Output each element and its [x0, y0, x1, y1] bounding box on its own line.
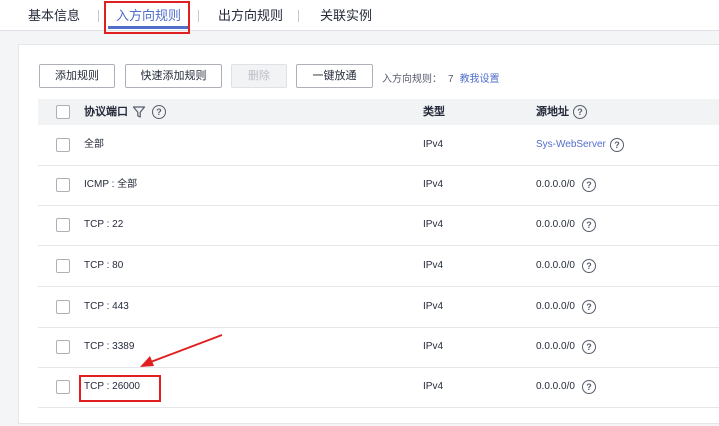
protocol-port-cell: 全部: [84, 139, 104, 150]
table-row: ICMP : 全部 IPv4 0.0.0.0/0 ?: [38, 165, 719, 206]
row-checkbox[interactable]: [56, 259, 70, 273]
column-header-type: 类型: [423, 106, 445, 118]
quick-add-rule-button[interactable]: 快速添加规则: [125, 64, 222, 88]
type-cell: IPv4: [423, 381, 444, 392]
row-checkbox[interactable]: [56, 340, 70, 354]
inbound-rule-count-label: 入方向规则：: [382, 74, 442, 85]
help-circle-icon[interactable]: ?: [152, 105, 166, 119]
tab-divider: [198, 10, 199, 22]
source-cell: 0.0.0.0/0: [536, 219, 575, 230]
column-header-protocol-port: 协议端口: [84, 106, 128, 118]
table-header: 协议端口 ? 类型 源地址 ?: [38, 99, 719, 125]
add-rule-button[interactable]: 添加规则: [39, 64, 115, 88]
delete-button[interactable]: 删除: [231, 64, 287, 88]
help-circle-icon[interactable]: ?: [573, 105, 587, 119]
source-link[interactable]: Sys-WebServer: [536, 125, 606, 165]
row-checkbox[interactable]: [56, 178, 70, 192]
annotation-highlight-tab: [104, 1, 190, 34]
type-cell: IPv4: [423, 260, 444, 271]
help-circle-icon[interactable]: ?: [582, 218, 596, 232]
annotation-arrow-icon: [140, 334, 223, 367]
tab-outbound-rules[interactable]: 出方向规则: [218, 0, 283, 31]
source-cell: 0.0.0.0/0: [536, 381, 575, 392]
source-cell: 0.0.0.0/0: [536, 301, 575, 312]
source-cell: 0.0.0.0/0: [536, 179, 575, 190]
inbound-rule-count: 入方向规则： 7 教我设置: [382, 70, 500, 85]
help-circle-icon[interactable]: ?: [582, 178, 596, 192]
protocol-port-cell: TCP : 443: [84, 301, 129, 312]
source-cell: 0.0.0.0/0: [536, 341, 575, 352]
row-checkbox[interactable]: [56, 218, 70, 232]
protocol-port-cell: ICMP : 全部: [84, 179, 138, 190]
tab-basic-info[interactable]: 基本信息: [28, 0, 80, 31]
tab-divider: [98, 10, 99, 22]
select-all-checkbox[interactable]: [56, 105, 70, 119]
table-row: TCP : 443 IPv4 0.0.0.0/0 ?: [38, 287, 719, 328]
table-row: TCP : 80 IPv4 0.0.0.0/0 ?: [38, 246, 719, 287]
help-circle-icon[interactable]: ?: [582, 259, 596, 273]
protocol-port-cell: TCP : 3389: [84, 341, 135, 352]
tab-associated-instances[interactable]: 关联实例: [320, 0, 372, 31]
help-circle-icon[interactable]: ?: [610, 138, 624, 152]
filter-icon[interactable]: [132, 105, 146, 119]
type-cell: IPv4: [423, 139, 444, 150]
row-checkbox[interactable]: [56, 138, 70, 152]
row-checkbox[interactable]: [56, 300, 70, 314]
type-cell: IPv4: [423, 179, 444, 190]
table-row: TCP : 22 IPv4 0.0.0.0/0 ?: [38, 205, 719, 246]
protocol-port-cell: TCP : 80: [84, 260, 124, 271]
annotation-highlight-row: [79, 375, 161, 402]
help-me-setup-link[interactable]: 教我设置: [460, 74, 500, 85]
inbound-rule-count-value: 7: [448, 74, 454, 85]
column-header-source: 源地址: [536, 106, 569, 118]
source-cell: 0.0.0.0/0: [536, 260, 575, 271]
one-click-allow-button[interactable]: 一键放通: [296, 64, 373, 88]
help-circle-icon[interactable]: ?: [582, 300, 596, 314]
protocol-port-cell: TCP : 22: [84, 219, 124, 230]
type-cell: IPv4: [423, 219, 444, 230]
tab-divider: [298, 10, 299, 22]
help-circle-icon[interactable]: ?: [582, 380, 596, 394]
help-circle-icon[interactable]: ?: [582, 340, 596, 354]
type-cell: IPv4: [423, 301, 444, 312]
row-checkbox[interactable]: [56, 380, 70, 394]
table-row: 全部 IPv4 Sys-WebServer ?: [38, 125, 719, 166]
type-cell: IPv4: [423, 341, 444, 352]
